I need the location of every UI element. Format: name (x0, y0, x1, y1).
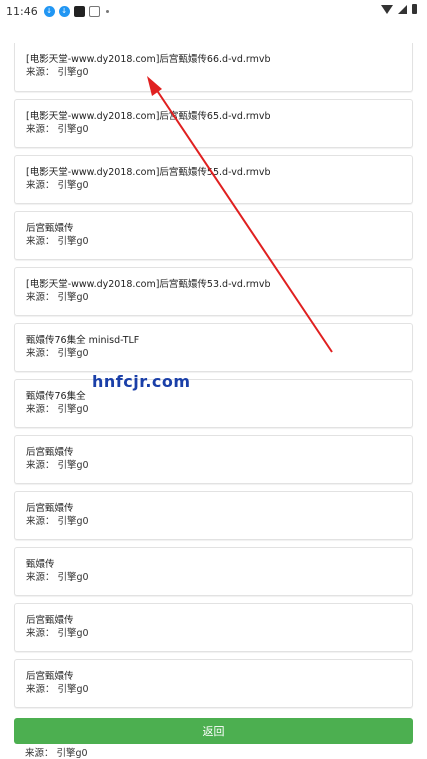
list-item-source: 来源： 引擎g0 (26, 348, 89, 359)
dark-app-icon (73, 5, 85, 17)
list-item-source: 来源： 引擎g0 (26, 292, 89, 303)
list-item-title: 后宫甄嬛传 (26, 503, 74, 514)
list-item-source: 来源： 引擎g0 (26, 684, 89, 695)
list-item-source: 来源： 引擎g0 (26, 236, 89, 247)
list-item-title: 甄嬛传 (26, 559, 55, 570)
list-item-source: 来源： 引擎g0 (26, 124, 89, 135)
list-item-title: 后宫甄嬛传 (26, 447, 74, 458)
list-item[interactable]: 后宫甄嬛传来源： 引擎g0 (14, 603, 413, 652)
list-item-title: [电影天堂-www.dy2018.com]后宫甄嬛传53.d-vd.rmvb (26, 279, 271, 290)
list-item-title: 甄嬛传76集全 minisd-TLF (26, 335, 140, 346)
signal-icon (398, 4, 407, 14)
list-item-title: 甄嬛传76集全 (26, 391, 86, 402)
list-item[interactable]: 后宫甄嬛传来源： 引擎g0 (14, 491, 413, 540)
list-item[interactable]: [电影天堂-www.dy2018.com]后宫甄嬛传53.d-vd.rmvb 来源… (14, 267, 413, 316)
wifi-icon (381, 4, 393, 14)
result-list: [电影天堂-www.dy2018.com]后宫甄嬛传66.d-vd.rmvb 来源… (14, 43, 413, 715)
list-item[interactable]: [电影天堂-www.dy2018.com]后宫甄嬛传55.d-vd.rmvb 来源… (14, 155, 413, 204)
list-item-source: 来源： 引擎g0 (26, 516, 89, 527)
box-icon (88, 5, 100, 17)
list-item-source: 来源： 引擎g0 (26, 628, 89, 639)
list-item-source: 来源： 引擎g0 (26, 572, 89, 583)
list-item-title: [电影天堂-www.dy2018.com]后宫甄嬛传66.d-vd.rmvb (26, 54, 271, 65)
list-item-source: 来源： 引擎g0 (26, 180, 89, 191)
back-button[interactable]: 返回 (14, 718, 413, 744)
list-item[interactable]: 后宫甄嬛传来源： 引擎g0 (14, 211, 413, 260)
status-bar: 11:46 ↓ ↓ (0, 0, 427, 22)
list-item[interactable]: [电影天堂-www.dy2018.com]后宫甄嬛传66.d-vd.rmvb 来源… (14, 43, 413, 92)
list-item-title: [电影天堂-www.dy2018.com]后宫甄嬛传55.d-vd.rmvb (26, 167, 271, 178)
list-item-source: 来源： 引擎g0 (26, 460, 89, 471)
battery-icon (412, 4, 417, 14)
list-item-source: 来源： 引擎g0 (26, 404, 89, 415)
list-item[interactable]: 后宫甄嬛传来源： 引擎g0 (14, 435, 413, 484)
list-item[interactable]: 甄嬛传76集全 minisd-TLF 来源： 引擎g0 (14, 323, 413, 372)
watermark-text: hnfcjr.com (92, 372, 191, 391)
download-icon: ↓ (58, 5, 70, 17)
list-item[interactable]: 甄嬛传来源： 引擎g0 (14, 547, 413, 596)
list-item-source: 来源： 引擎g0 (26, 67, 89, 78)
notification-dot-icon (105, 9, 109, 13)
partial-list-item-source: 来源： 引擎g0 (25, 748, 88, 759)
list-item[interactable]: 甄嬛传76集全 来源： 引擎g0 (14, 379, 413, 428)
status-right (381, 4, 417, 14)
list-item-title: 后宫甄嬛传 (26, 671, 74, 682)
list-item-title: [电影天堂-www.dy2018.com]后宫甄嬛传65.d-vd.rmvb (26, 111, 271, 122)
list-item-title: 后宫甄嬛传 (26, 223, 74, 234)
download-icon: ↓ (43, 5, 55, 17)
list-item-title: 后宫甄嬛传 (26, 615, 74, 626)
status-time: 11:46 (6, 4, 38, 18)
list-item[interactable]: [电影天堂-www.dy2018.com]后宫甄嬛传65.d-vd.rmvb 来源… (14, 99, 413, 148)
list-item[interactable]: 后宫甄嬛传来源： 引擎g0 (14, 659, 413, 708)
